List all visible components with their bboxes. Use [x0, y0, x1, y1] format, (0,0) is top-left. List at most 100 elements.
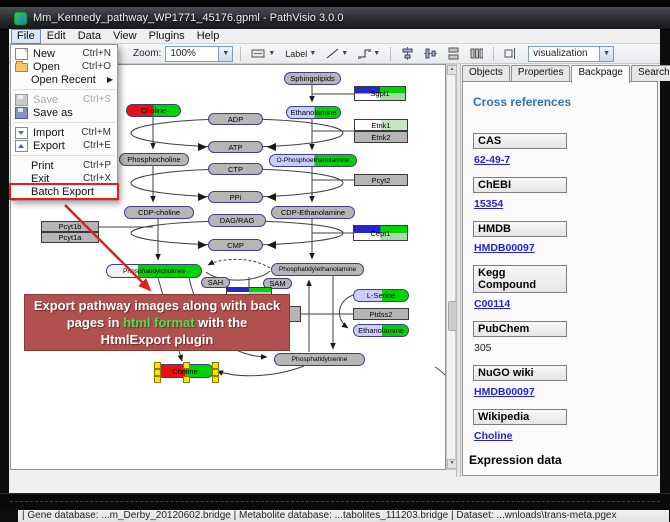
pathway-node-phosphatidylcholines[interactable]: Phosphatidylcholines [106, 264, 202, 278]
menu-item-open[interactable]: OpenCtrl+O [11, 60, 117, 73]
menu-item-batch-export[interactable]: Batch Export [11, 185, 117, 198]
pathway-node-ppi[interactable]: PPi [208, 191, 263, 203]
menu-item-shortcut: Ctrl+S [83, 94, 113, 105]
menu-item-export[interactable]: ExportCtrl+E [11, 139, 117, 152]
pathway-node-l-serine[interactable]: L-Serine [353, 289, 409, 302]
menu-item-save-as[interactable]: Save as [11, 106, 117, 119]
menu-item-label: Open [33, 61, 82, 73]
visualization-combobox[interactable]: visualization ▼ [528, 46, 614, 62]
selection-handle[interactable] [212, 362, 219, 369]
pathway-node-sgpl1[interactable]: Sgpl1 [354, 86, 406, 101]
selection-handle[interactable] [212, 369, 219, 376]
node-label: Etnk1 [371, 121, 390, 130]
pathway-node-chpt1[interactable]: Cept1 [353, 225, 408, 241]
pathway-node-cdp-ethanolamine[interactable]: CDP-Ethanolamine [271, 206, 355, 219]
pathway-node-pcyt1b[interactable]: Pcyt1b [41, 221, 99, 232]
menubar-item-edit[interactable]: Edit [41, 29, 72, 43]
pathway-node-cmp[interactable]: CMP [208, 239, 263, 251]
selection-handle[interactable] [154, 362, 161, 369]
tab-search[interactable]: Search [631, 65, 670, 81]
tab-backpage[interactable]: Backpage [571, 65, 629, 83]
selection-handle[interactable] [212, 376, 219, 383]
menubar-item-file[interactable]: File [11, 29, 41, 44]
selection-handle[interactable] [183, 362, 190, 369]
pathway-node-phosphatidylserine[interactable]: Phosphatidylserine [274, 353, 365, 366]
tab-properties[interactable]: Properties [511, 65, 571, 81]
menu-item-open-recent[interactable]: Open Recent▶ [11, 73, 117, 86]
selection-handle[interactable] [154, 369, 161, 376]
menu-item-save[interactable]: SaveCtrl+S [11, 93, 117, 106]
pathway-node-adp[interactable]: ADP [208, 113, 263, 125]
menu-item-shortcut: Ctrl+X [83, 173, 113, 184]
callout-line-3: HtmlExport plugin [25, 331, 289, 348]
pathway-node-ctp[interactable]: CTP [208, 163, 263, 175]
menubar-item-view[interactable]: View [107, 29, 143, 43]
pathway-node-choline-top[interactable]: Choline [126, 104, 181, 117]
menu-separator [13, 122, 115, 123]
menubar-item-plugins[interactable]: Plugins [143, 29, 191, 43]
pathway-node-etnk2[interactable]: Etnk2 [354, 131, 408, 143]
zoom-combobox[interactable]: 100% ▼ [165, 46, 233, 62]
zoom-dropdown-arrow-icon[interactable]: ▼ [218, 47, 232, 61]
canvas-vertical-scrollbar[interactable]: ▲ ▼ [446, 64, 456, 470]
xref-link[interactable]: Choline [474, 430, 513, 442]
submenu-arrow-icon: ▶ [107, 75, 113, 84]
common-size-button[interactable] [501, 45, 520, 63]
pathway-node-pcyt2[interactable]: Pcyt2 [354, 174, 408, 186]
xref-section-pubchem: PubChem305 [473, 321, 657, 354]
xref-link[interactable]: HMDB00097 [474, 386, 535, 398]
menu-item-print[interactable]: PrintCtrl+P [11, 159, 117, 172]
pathway-node-phosphatidylethanolamine[interactable]: Phosphatidylethanolamine [271, 263, 364, 276]
pathway-node-sphingolipids[interactable]: Sphingolipids [284, 72, 341, 85]
node-label: ATP [228, 143, 242, 152]
visualization-dropdown-arrow-icon[interactable]: ▼ [599, 47, 613, 61]
menu-item-exit[interactable]: ExitCtrl+X [11, 172, 117, 185]
xref-section-title: HMDB [473, 221, 567, 237]
pathway-node-ptdss2[interactable]: Ptdss2 [353, 308, 409, 320]
menu-separator [13, 155, 115, 156]
pathway-node-choline-selected[interactable]: Choline [156, 364, 214, 378]
expression-data-heading: Expression data [469, 453, 657, 467]
pathway-node-etnk1[interactable]: Etnk1 [354, 119, 408, 131]
line-tool-button[interactable]: ▼ [323, 45, 351, 63]
xref-link[interactable]: 62-49-7 [474, 154, 510, 166]
xref-section-cas: CAS62-49-7 [473, 133, 657, 166]
xref-link[interactable]: 15354 [474, 198, 503, 210]
node-label: Pcyt1a [59, 233, 82, 242]
window-title: Mm_Kennedy_pathway_WP1771_45176.gpml - P… [33, 12, 343, 24]
stack-horizontal-button[interactable] [467, 45, 486, 63]
menubar-item-help[interactable]: Help [191, 29, 226, 43]
xref-link[interactable]: HMDB00097 [474, 242, 535, 254]
menubar-item-data[interactable]: Data [72, 29, 107, 43]
pathway-node-dag-rag[interactable]: DAG/RAG [208, 214, 266, 227]
save-as-icon [15, 107, 28, 119]
selection-handle[interactable] [183, 376, 190, 383]
selection-handle[interactable] [154, 376, 161, 383]
stack-vertical-button[interactable] [444, 45, 463, 63]
menu-item-shortcut: Ctrl+E [83, 140, 113, 151]
datanode-template-button[interactable]: ▼ [248, 45, 278, 63]
pathway-node-ethanolamine-top[interactable]: Ethanolamine [286, 106, 341, 119]
menu-item-label: Export [33, 140, 83, 152]
align-center-x-button[interactable] [398, 45, 417, 63]
node-label: CDP-Ethanolamine [281, 208, 345, 217]
pathway-node-ethanolamine-bottom[interactable]: Ethanolamine [353, 324, 409, 337]
menu-item-new[interactable]: NewCtrl+N [11, 47, 117, 60]
label-template-button[interactable]: Label ▼ [282, 45, 319, 63]
no-icon [15, 75, 26, 85]
common-size-icon [504, 47, 517, 60]
save-icon [15, 94, 28, 106]
xref-link[interactable]: C00114 [474, 298, 510, 310]
xref-section-title: ChEBI [473, 177, 567, 193]
pathway-node-pcyt1a[interactable]: Pcyt1a [41, 232, 99, 243]
pathway-node-atp[interactable]: ATP [208, 141, 263, 153]
pathway-node-cdp-choline[interactable]: CDP-choline [124, 206, 194, 219]
pathway-node-o-phosphoethanolamine[interactable]: O-Phosphoethanolamine [269, 154, 357, 167]
tab-objects[interactable]: Objects [462, 65, 510, 81]
pathway-node-phosphocholine[interactable]: Phosphocholine [119, 153, 189, 166]
menu-item-import[interactable]: ImportCtrl+M [11, 126, 117, 139]
gene-template-icon [251, 48, 266, 59]
connector-tool-button[interactable]: ▼ [355, 45, 383, 63]
xref-section-wikipedia: WikipediaCholine [473, 409, 657, 442]
align-center-y-button[interactable] [421, 45, 440, 63]
